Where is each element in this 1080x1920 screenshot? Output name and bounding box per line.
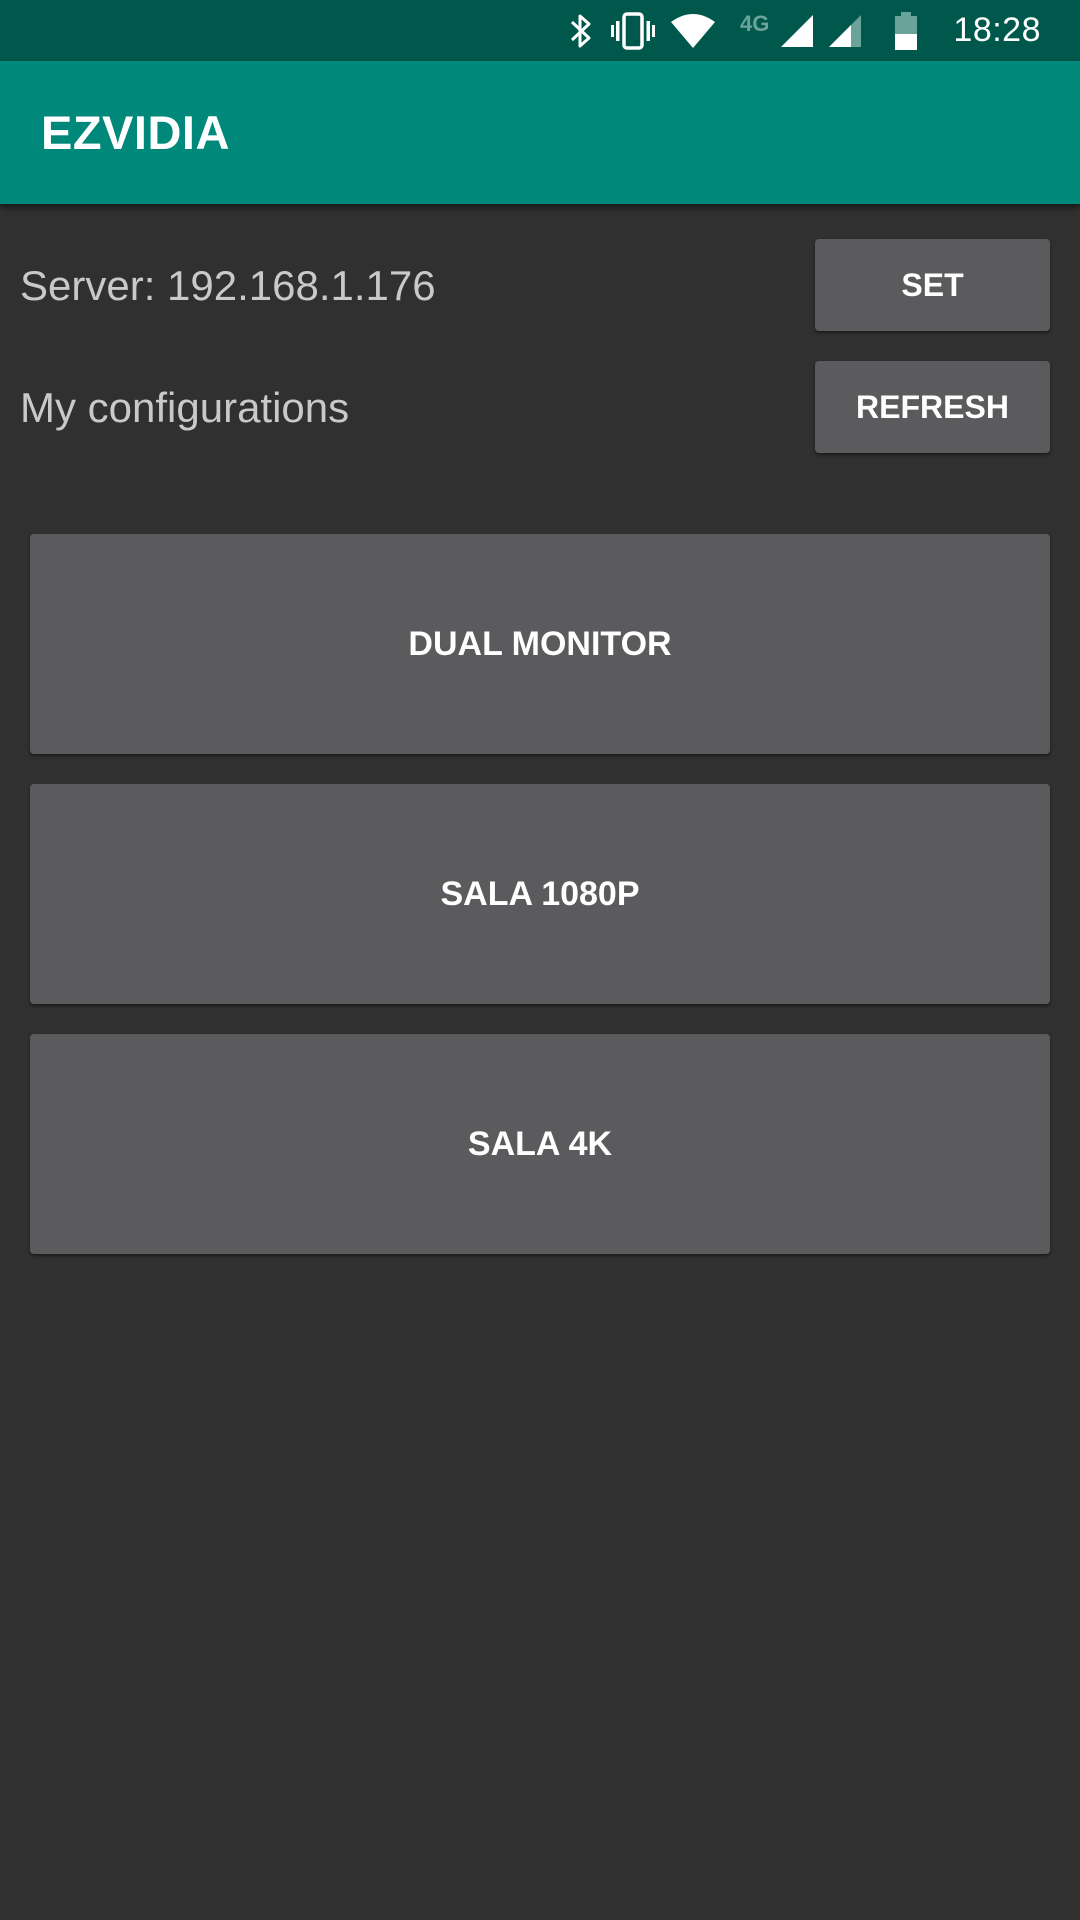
battery-icon <box>895 11 918 50</box>
set-button[interactable]: SET <box>815 239 1050 331</box>
signal-icon <box>829 14 862 47</box>
bluetooth-icon <box>566 11 596 51</box>
signal-icon <box>781 14 814 47</box>
refresh-button[interactable]: REFRESH <box>815 361 1050 453</box>
config-button-dual-monitor[interactable]: DUAL MONITOR <box>30 534 1050 754</box>
config-button-sala-4k[interactable]: SALA 4K <box>30 1034 1050 1254</box>
vibrate-icon <box>610 11 656 51</box>
app-bar: EZVIDIA <box>0 61 1080 204</box>
status-icons: 4G 18:28 <box>566 0 1080 61</box>
status-bar: 4G 18:28 <box>0 0 1080 61</box>
app-title: EZVIDIA <box>41 106 230 159</box>
clock: 18:28 <box>953 11 1041 49</box>
server-label: Server: 192.168.1.176 <box>20 262 436 309</box>
config-button-sala-1080p[interactable]: SALA 1080P <box>30 784 1050 1004</box>
wifi-icon <box>670 11 716 51</box>
network-type-label: 4G <box>740 10 770 36</box>
configurations-label: My configurations <box>20 384 350 431</box>
